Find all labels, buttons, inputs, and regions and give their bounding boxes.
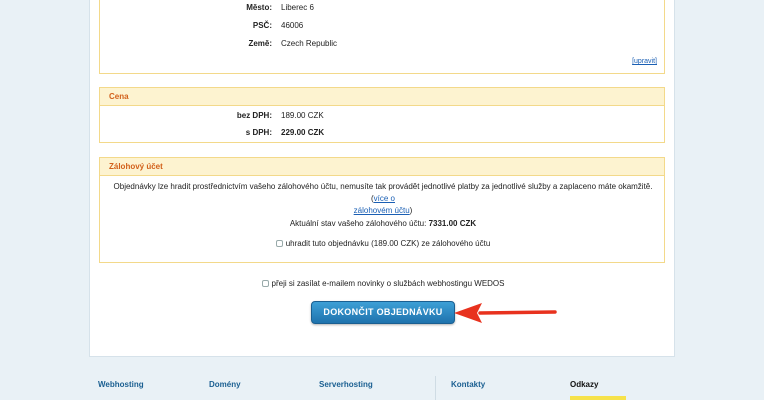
price-no-vat-row: bez DPH: 189.00 CZK xyxy=(100,110,666,122)
newsletter-checkbox[interactable] xyxy=(261,280,269,287)
price-vat-label: s DPH: xyxy=(245,128,272,137)
deposit-box: Zálohový účet Objednávky lze hradit pros… xyxy=(99,157,665,263)
price-no-vat-value: 189.00 CZK xyxy=(281,111,324,120)
footer-separator xyxy=(435,376,436,400)
order-summary-sheet: Město: Liberec 6 PSČ: 46006 Země: Czech … xyxy=(89,0,675,357)
footer-link-serverhosting[interactable]: Serverhosting xyxy=(319,380,373,389)
price-box: Cena bez DPH: 189.00 CZK s DPH: 229.00 C… xyxy=(99,87,665,143)
deposit-pay-checkbox-label: uhradit tuto objednávku (189.00 CZK) ze … xyxy=(285,239,491,248)
city-row: Město: Liberec 6 xyxy=(100,2,666,14)
newsletter-label: přeji si zasílat e-mailem novinky o služ… xyxy=(271,279,505,288)
address-box: Město: Liberec 6 PSČ: 46006 Země: Czech … xyxy=(99,0,665,74)
deposit-balance-label: Aktuální stav vašeho zálohového účtu: xyxy=(289,219,427,228)
footer-link-domains[interactable]: Domény xyxy=(209,380,241,389)
footer-link-links[interactable]: Odkazy xyxy=(570,380,598,389)
footer-active-underline xyxy=(570,396,626,400)
deposit-balance-value: 7331.00 CZK xyxy=(428,219,477,228)
deposit-more-link-2[interactable]: zálohovém účtu xyxy=(354,206,410,215)
city-value: Liberec 6 xyxy=(281,3,314,12)
deposit-description: Objednávky lze hradit prostřednictvím va… xyxy=(113,182,653,215)
zip-row: PSČ: 46006 xyxy=(100,20,666,32)
footer-link-webhosting[interactable]: Webhosting xyxy=(98,380,144,389)
arrow-annotation-icon xyxy=(454,303,557,323)
footer-link-contacts[interactable]: Kontakty xyxy=(451,380,485,389)
deposit-more-link-1[interactable]: více o xyxy=(374,194,395,203)
zip-value: 46006 xyxy=(281,21,304,30)
country-label: Země: xyxy=(248,39,272,48)
price-no-vat-label: bez DPH: xyxy=(236,111,272,120)
deposit-title: Zálohový účet xyxy=(100,158,664,176)
city-label: Město: xyxy=(246,3,272,12)
deposit-pay-checkbox[interactable] xyxy=(275,240,283,247)
price-vat-value: 229.00 CZK xyxy=(281,128,325,137)
price-vat-row: s DPH: 229.00 CZK xyxy=(100,127,666,139)
zip-label: PSČ: xyxy=(252,21,272,30)
newsletter-option: přeji si zasílat e-mailem novinky o služ… xyxy=(90,279,676,288)
deposit-pay-option: uhradit tuto objednávku (189.00 CZK) ze … xyxy=(100,239,666,248)
price-title: Cena xyxy=(100,88,664,106)
country-row: Země: Czech Republic xyxy=(100,38,666,50)
deposit-description-text: Objednávky lze hradit prostřednictvím va… xyxy=(113,182,653,191)
deposit-balance: Aktuální stav vašeho zálohového účtu: 73… xyxy=(100,219,666,228)
country-value: Czech Republic xyxy=(281,39,338,48)
edit-address-link[interactable]: [upravit] xyxy=(632,58,657,65)
finish-order-button[interactable]: DOKONČIT OBJEDNÁVKU xyxy=(311,301,455,324)
